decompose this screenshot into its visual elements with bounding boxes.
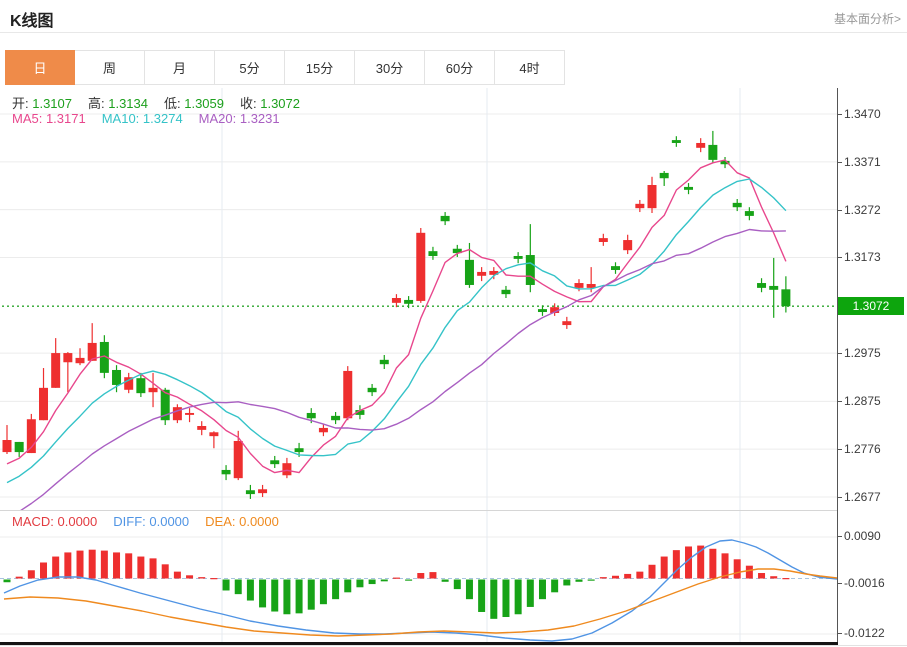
macd-chart[interactable] [0,510,837,644]
legend-item: DIFF: 0.0000 [113,514,190,529]
price-axis-label: 1.3371 [844,154,881,169]
page-title: K线图 [10,13,54,30]
ma10-line [6,178,787,484]
price-axis-line [837,88,838,645]
macd-axis-label: -0.0016 [844,576,885,590]
axis-tick [837,536,842,537]
ma20-line [20,228,786,510]
price-axis-label: 1.3272 [844,202,881,217]
axis-tick [837,209,842,211]
fundamental-analysis-link[interactable]: 基本面分析> [834,10,901,27]
price-axis-label: 1.3173 [844,250,881,265]
kline-app: K线图 基本面分析> 日周月 5分 15分 30分 60分 4时 开: 1.3107 高: … [0,0,907,647]
period-tab-6[interactable]: 60分 [425,50,495,85]
period-tabs: 日周月 5分 15分 30分 60分 4时 [5,50,565,85]
bottom-edge-line [0,645,907,646]
period-tab-0[interactable]: 日 [5,50,75,85]
period-tab-1[interactable]: 周 [75,50,145,85]
axis-tick [837,114,842,115]
legend-item: 开: 1.3107 [12,96,72,111]
main-chart[interactable] [0,88,837,510]
price-axis-label: 1.2875 [844,394,881,409]
axis-tick [837,257,842,259]
period-tab-4[interactable]: 15分 [285,50,355,85]
axis-tick [837,497,842,498]
legend-item: MA20: 1.3231 [198,111,280,126]
axis-tick [837,401,842,403]
macd-axis-label: 0.0090 [844,529,881,543]
period-tab-5[interactable]: 30分 [355,50,425,85]
axis-tick [837,449,842,451]
axis-tick [837,583,842,584]
axis-tick [837,161,842,163]
axis-tick [837,633,842,634]
legend-item: 高: 1.3134 [88,96,148,111]
price-axis-label: 1.2677 [844,490,881,504]
ohlc-legend: 开: 1.3107 高: 1.3134 低: 1.3059 收: 1.3072 [12,93,316,112]
macd-axis-label: -0.0122 [844,626,885,640]
legend-item: MACD: 0.0000 [12,514,98,529]
price-axis-label: 1.2776 [844,442,881,457]
header-divider [0,32,907,33]
period-tab-2[interactable]: 月 [145,50,215,85]
macd-legend: MACD: 0.0000 DIFF: 0.0000 DEA: 0.0000 [12,514,295,529]
period-tab-3[interactable]: 5分 [215,50,285,85]
current-price-badge: 1.3072 [838,297,904,316]
axis-tick [837,353,842,355]
ma5-line [6,159,787,474]
price-axis-label: 1.3470 [844,107,881,121]
legend-item: MA10: 1.3274 [101,111,183,126]
dea-line [3,568,837,637]
legend-item: DEA: 0.0000 [205,514,279,529]
price-axis-label: 1.2975 [844,346,881,361]
period-tab-7[interactable]: 4时 [495,50,565,85]
legend-item: 低: 1.3059 [164,96,224,111]
legend-item: 收: 1.3072 [240,96,300,111]
ma-legend: MA5: 1.3171 MA10: 1.3274 MA20: 1.3231 [12,111,296,126]
legend-item: MA5: 1.3171 [12,111,86,126]
candles-group [2,130,791,499]
